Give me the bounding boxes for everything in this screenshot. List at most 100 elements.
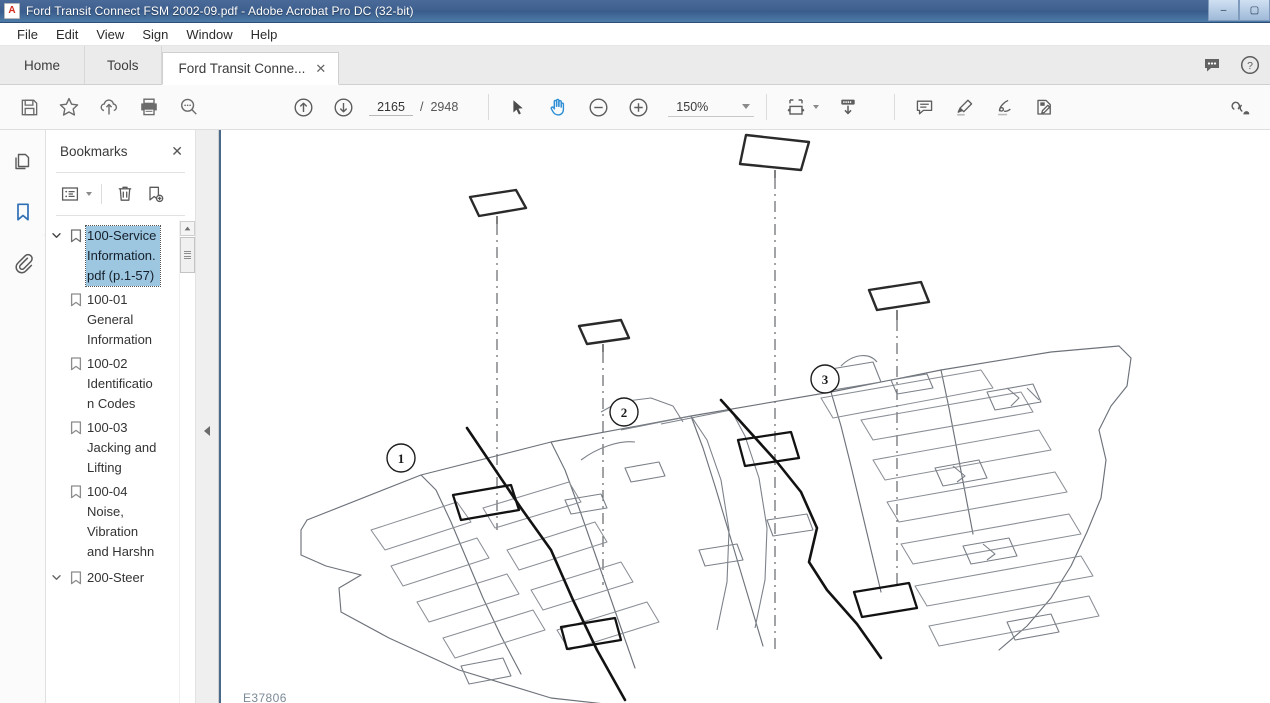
list-item[interactable]: 100-02 Identification Codes — [46, 352, 195, 416]
zoom-in-icon[interactable] — [621, 90, 655, 124]
acrobat-window: A Ford Transit Connect FSM 2002-09.pdf -… — [0, 0, 1270, 703]
menu-view[interactable]: View — [87, 25, 133, 44]
bookmarks-scrollbar[interactable] — [179, 220, 195, 703]
technical-illustration: 1 2 3 — [300, 133, 1132, 703]
zoom-out-icon[interactable] — [581, 90, 615, 124]
scroll-up-button[interactable] — [180, 221, 195, 236]
bookmarks-panel-title: Bookmarks — [60, 143, 128, 159]
callout-number-3: 3 — [822, 372, 829, 387]
menu-sign[interactable]: Sign — [133, 25, 177, 44]
chevron-down-icon[interactable] — [46, 226, 66, 241]
zoom-level-value: 150% — [676, 99, 709, 114]
collapse-panel-arrow-icon[interactable] — [204, 426, 210, 436]
bookmark-label: 100-04 Noise, Vibration and Harshn — [87, 484, 155, 559]
tab-home[interactable]: Home — [0, 46, 86, 84]
bookmarks-panel: Bookmarks ✕ 100-Service Information.pdf … — [46, 130, 196, 703]
bookmark-label: 100-Service Information.pdf (p.1-57) — [85, 225, 161, 287]
tab-document-label: Ford Transit Conne... — [178, 61, 306, 76]
bookmark-icon — [66, 226, 86, 243]
fit-page-icon[interactable] — [779, 90, 813, 124]
workspace: Bookmarks ✕ 100-Service Information.pdf … — [0, 130, 1270, 703]
tab-bar: Home Tools Ford Transit Conne... ✕ ? — [0, 46, 1270, 85]
document-view[interactable]: 1 2 3 E37806 — [219, 130, 1270, 703]
scrollbar-thumb[interactable] — [180, 237, 195, 273]
minimize-button[interactable]: – — [1208, 0, 1239, 21]
bookmark-icon — [66, 568, 86, 585]
figure-id: E37806 — [243, 691, 287, 703]
bookmark-list[interactable]: 100-Service Information.pdf (p.1-57) 100… — [46, 220, 195, 703]
bookmark-icon — [66, 354, 86, 371]
menu-file[interactable]: File — [8, 25, 47, 44]
zoom-level-select[interactable]: 150% — [668, 98, 755, 117]
title-bar: A Ford Transit Connect FSM 2002-09.pdf -… — [0, 0, 1270, 23]
divider — [101, 184, 102, 204]
bookmarks-icon[interactable] — [9, 198, 37, 226]
print-icon[interactable] — [132, 90, 166, 124]
tab-document[interactable]: Ford Transit Conne... ✕ — [161, 52, 340, 85]
page-down-icon[interactable] — [326, 90, 360, 124]
chevron-down-icon[interactable] — [46, 568, 66, 583]
bookmark-icon — [66, 482, 86, 499]
bookmark-label: 100-01 General Information — [87, 292, 153, 347]
star-icon[interactable] — [52, 90, 86, 124]
page-navigation: 2165 / 2948 — [369, 98, 458, 116]
page-separator: / — [420, 100, 424, 114]
fit-page-chevron-down-icon[interactable] — [813, 105, 820, 109]
page-up-icon[interactable] — [286, 90, 320, 124]
comment-icon[interactable] — [907, 90, 941, 124]
bookmark-icon — [66, 418, 86, 435]
menu-help[interactable]: Help — [242, 25, 287, 44]
page-thumbnails-icon[interactable] — [9, 148, 37, 176]
share-link-icon[interactable] — [1223, 90, 1257, 124]
bookmark-label: 200-Steer — [87, 570, 145, 585]
maximize-button[interactable]: ▢ — [1239, 0, 1270, 21]
divider — [56, 215, 185, 216]
page-number-input[interactable]: 2165 — [369, 98, 413, 116]
sign-icon[interactable] — [987, 90, 1021, 124]
comment-balloon-icon[interactable] — [1200, 53, 1224, 77]
callout-number-2: 2 — [621, 405, 628, 420]
list-item[interactable]: 100-01 General Information — [46, 288, 195, 352]
list-item[interactable]: 100-03 Jacking and Lifting — [46, 416, 195, 480]
bookmark-label: 100-02 Identification Codes — [87, 356, 153, 411]
page-scroll-icon[interactable] — [831, 90, 865, 124]
new-bookmark-icon[interactable] — [141, 181, 169, 207]
help-circle-icon[interactable]: ? — [1238, 53, 1262, 77]
bookmarks-toolbar — [46, 173, 195, 215]
menu-window[interactable]: Window — [177, 25, 241, 44]
toolbar-divider-1 — [488, 94, 490, 120]
list-item[interactable]: 100-04 Noise, Vibration and Harshn — [46, 480, 195, 564]
list-item[interactable]: 200-Steer — [46, 566, 195, 590]
save-icon[interactable] — [12, 90, 46, 124]
highlighter-icon[interactable] — [947, 90, 981, 124]
fill-and-sign-icon[interactable] — [1027, 90, 1061, 124]
chevron-down-icon — [742, 104, 751, 109]
close-icon[interactable]: ✕ — [315, 62, 326, 75]
cursor-arrow-icon[interactable] — [501, 90, 535, 124]
attachments-icon[interactable] — [9, 248, 37, 276]
menu-edit[interactable]: Edit — [47, 25, 87, 44]
main-toolbar: 2165 / 2948 150% — [0, 85, 1270, 130]
tab-bar-actions: ? — [1200, 46, 1262, 84]
navigation-rail — [0, 130, 53, 703]
search-icon[interactable] — [172, 90, 206, 124]
hand-icon[interactable] — [541, 90, 575, 124]
bookmark-options-icon[interactable] — [56, 181, 84, 207]
page-total: 2948 — [430, 100, 459, 114]
close-icon[interactable]: ✕ — [171, 144, 183, 158]
acrobat-icon: A — [4, 3, 20, 19]
cloud-upload-icon[interactable] — [92, 90, 126, 124]
bookmarks-panel-header: Bookmarks ✕ — [46, 130, 195, 172]
list-item[interactable]: 100-Service Information.pdf (p.1-57) — [46, 224, 195, 288]
panel-splitter[interactable] — [196, 130, 219, 703]
trash-icon[interactable] — [111, 181, 139, 207]
toolbar-divider-3 — [894, 94, 896, 120]
bookmark-label: 100-03 Jacking and Lifting — [87, 420, 157, 475]
scrollbar-grip-icon — [184, 250, 191, 260]
window-title: Ford Transit Connect FSM 2002-09.pdf - A… — [26, 4, 414, 18]
pdf-page: 1 2 3 E37806 — [221, 130, 1270, 703]
svg-text:?: ? — [1247, 60, 1253, 72]
tab-tools[interactable]: Tools — [85, 46, 162, 84]
bookmark-options-chevron-down-icon[interactable] — [86, 192, 92, 196]
bookmark-icon — [66, 290, 86, 307]
